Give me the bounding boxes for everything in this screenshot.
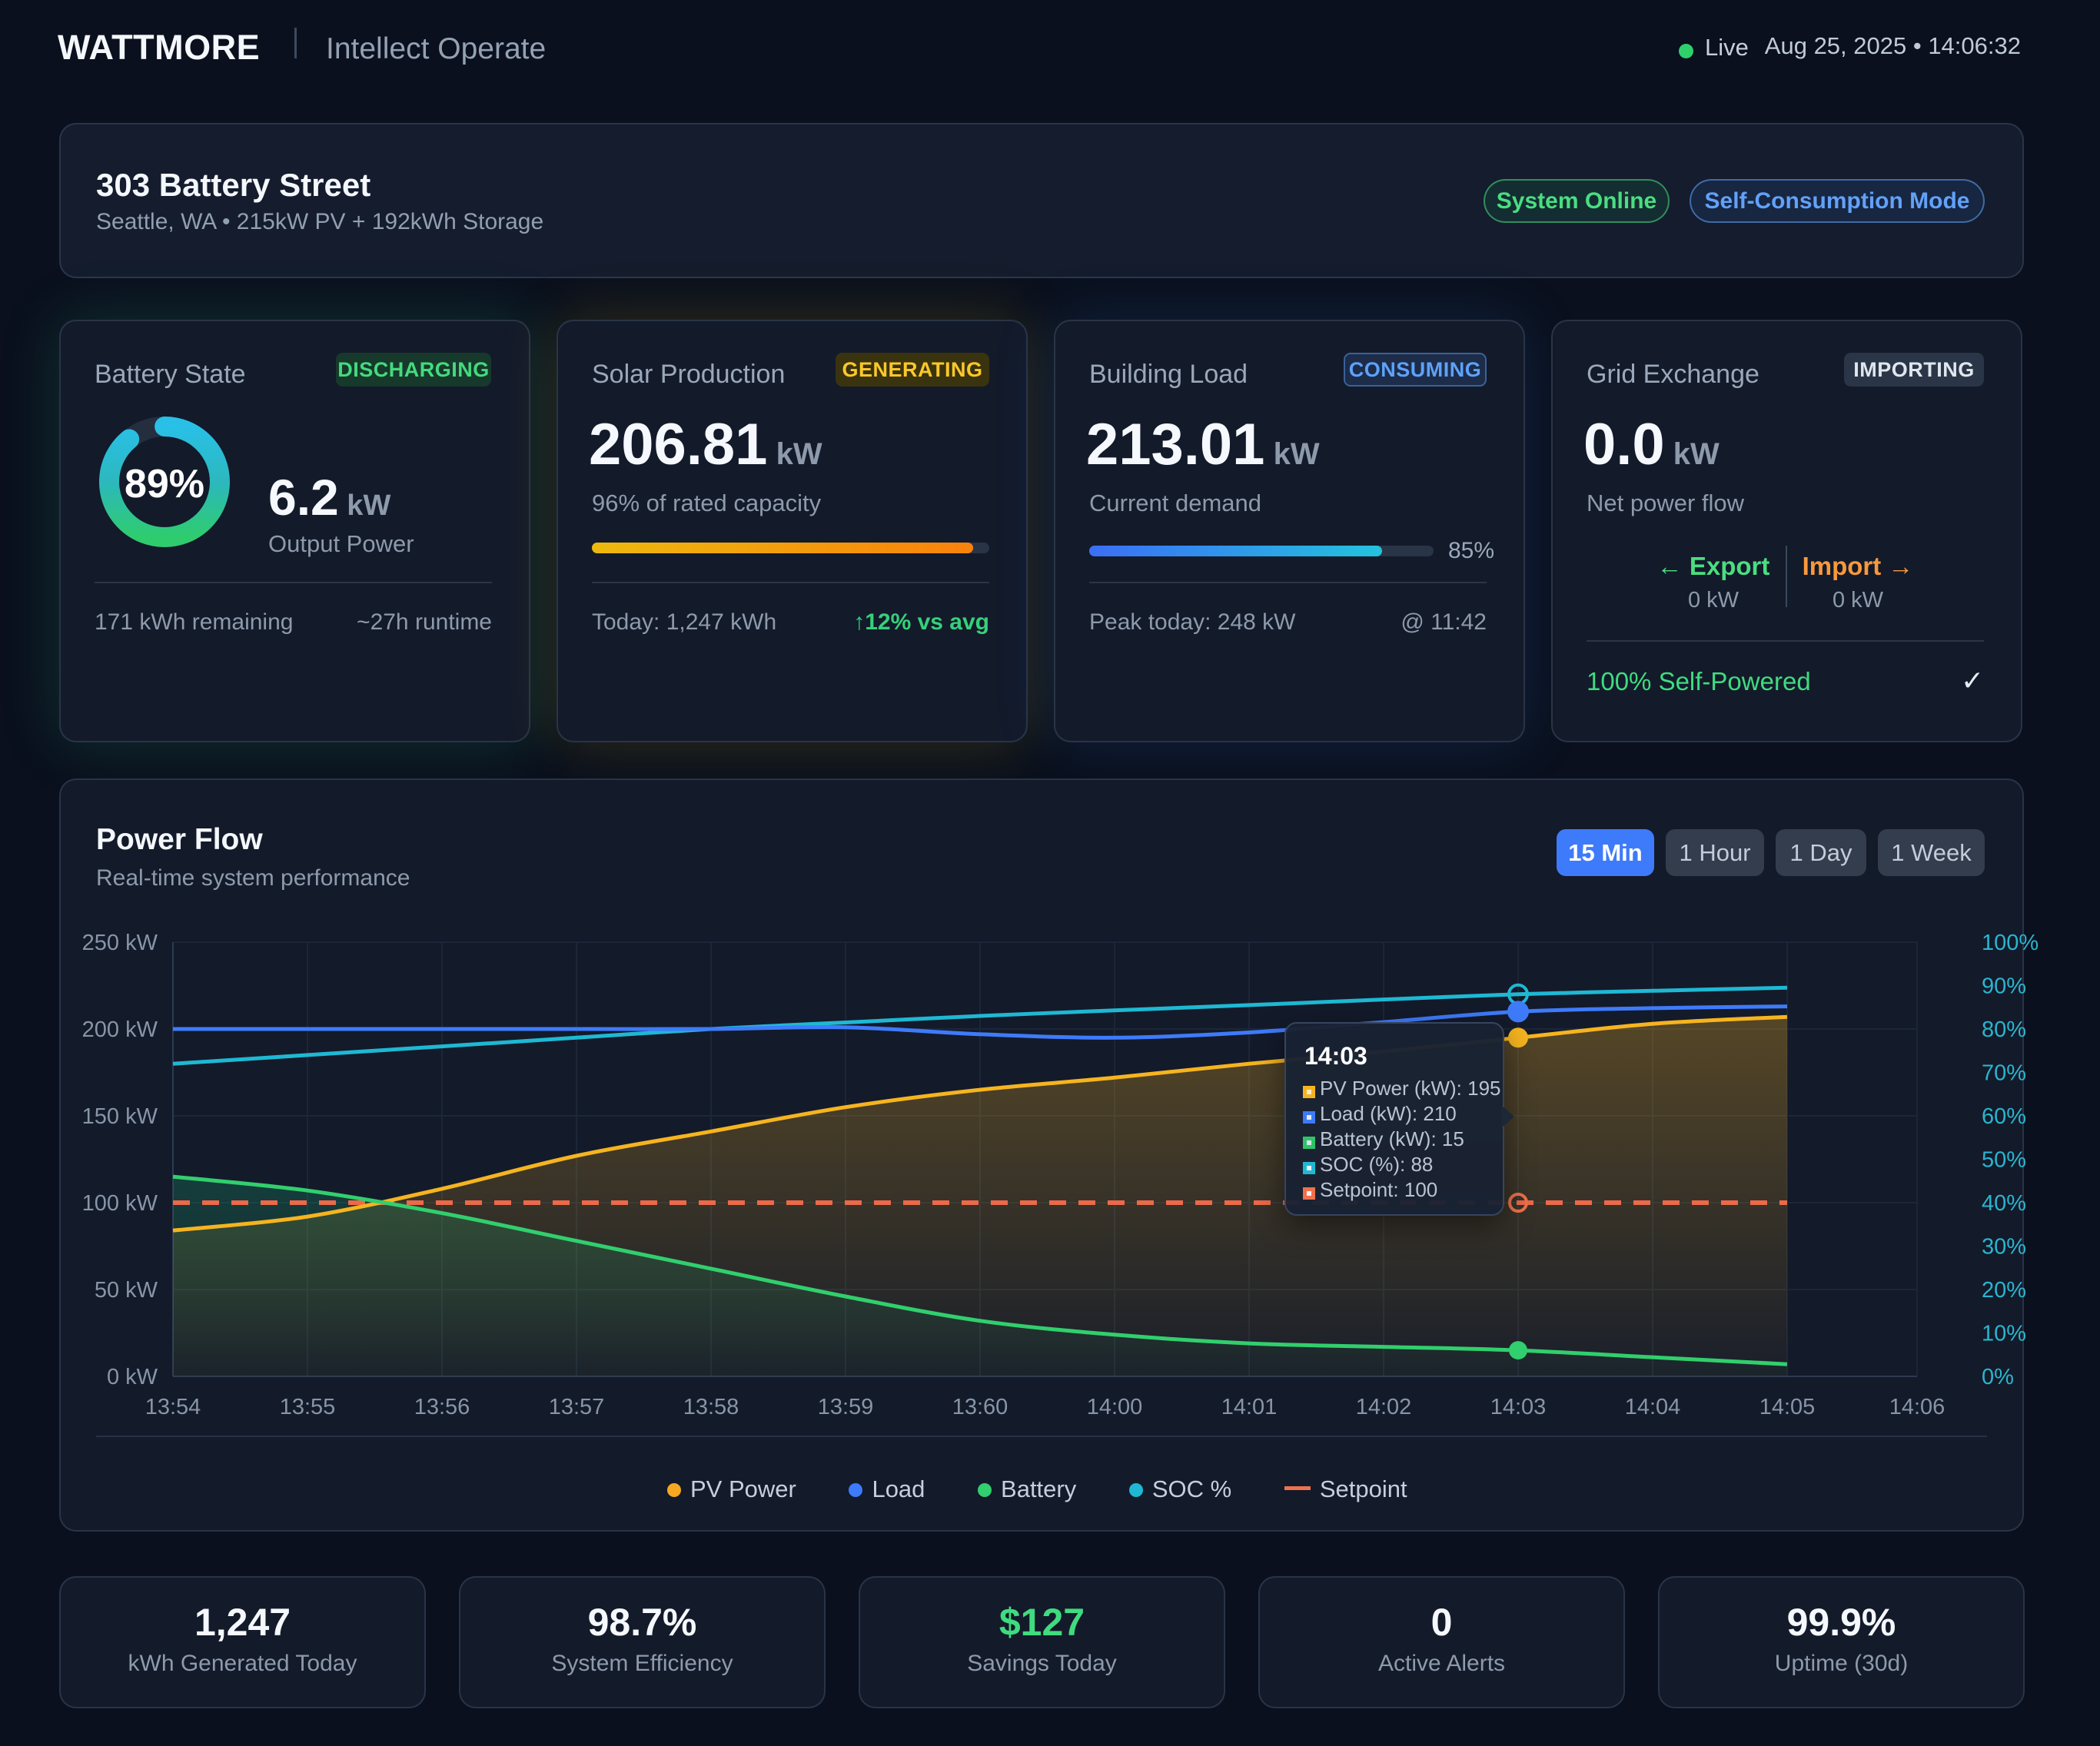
svg-text:20%: 20% [1982, 1278, 2026, 1303]
svg-text:13:56: 13:56 [414, 1395, 470, 1419]
svg-text:14:03: 14:03 [1490, 1395, 1547, 1419]
svg-text:14:02: 14:02 [1356, 1395, 1412, 1419]
svg-text:14:04: 14:04 [1625, 1395, 1681, 1419]
svg-text:80%: 80% [1982, 1017, 2026, 1042]
svg-text:13:55: 13:55 [280, 1395, 336, 1419]
svg-text:60%: 60% [1982, 1104, 2026, 1129]
svg-text:100%: 100% [1982, 931, 2039, 955]
svg-text:14:05: 14:05 [1759, 1395, 1816, 1419]
svg-text:50%: 50% [1982, 1148, 2026, 1173]
svg-text:13:54: 13:54 [145, 1395, 201, 1419]
svg-text:40%: 40% [1982, 1191, 2026, 1216]
svg-text:150 kW: 150 kW [82, 1104, 158, 1129]
svg-text:50 kW: 50 kW [95, 1278, 158, 1303]
svg-text:13:60: 13:60 [952, 1395, 1008, 1419]
svg-text:100 kW: 100 kW [82, 1191, 158, 1216]
svg-text:0 kW: 0 kW [107, 1365, 158, 1389]
svg-text:13:59: 13:59 [818, 1395, 874, 1419]
svg-text:13:57: 13:57 [549, 1395, 605, 1419]
svg-text:0%: 0% [1982, 1365, 2014, 1389]
svg-text:13:58: 13:58 [683, 1395, 739, 1419]
svg-text:14:01: 14:01 [1221, 1395, 1278, 1419]
svg-text:14:06: 14:06 [1889, 1395, 1945, 1419]
svg-text:70%: 70% [1982, 1061, 2026, 1086]
svg-text:90%: 90% [1982, 974, 2026, 999]
svg-text:14:00: 14:00 [1087, 1395, 1143, 1419]
svg-text:200 kW: 200 kW [82, 1017, 158, 1042]
svg-text:250 kW: 250 kW [82, 931, 158, 955]
svg-text:30%: 30% [1982, 1235, 2026, 1260]
svg-text:10%: 10% [1982, 1322, 2026, 1346]
